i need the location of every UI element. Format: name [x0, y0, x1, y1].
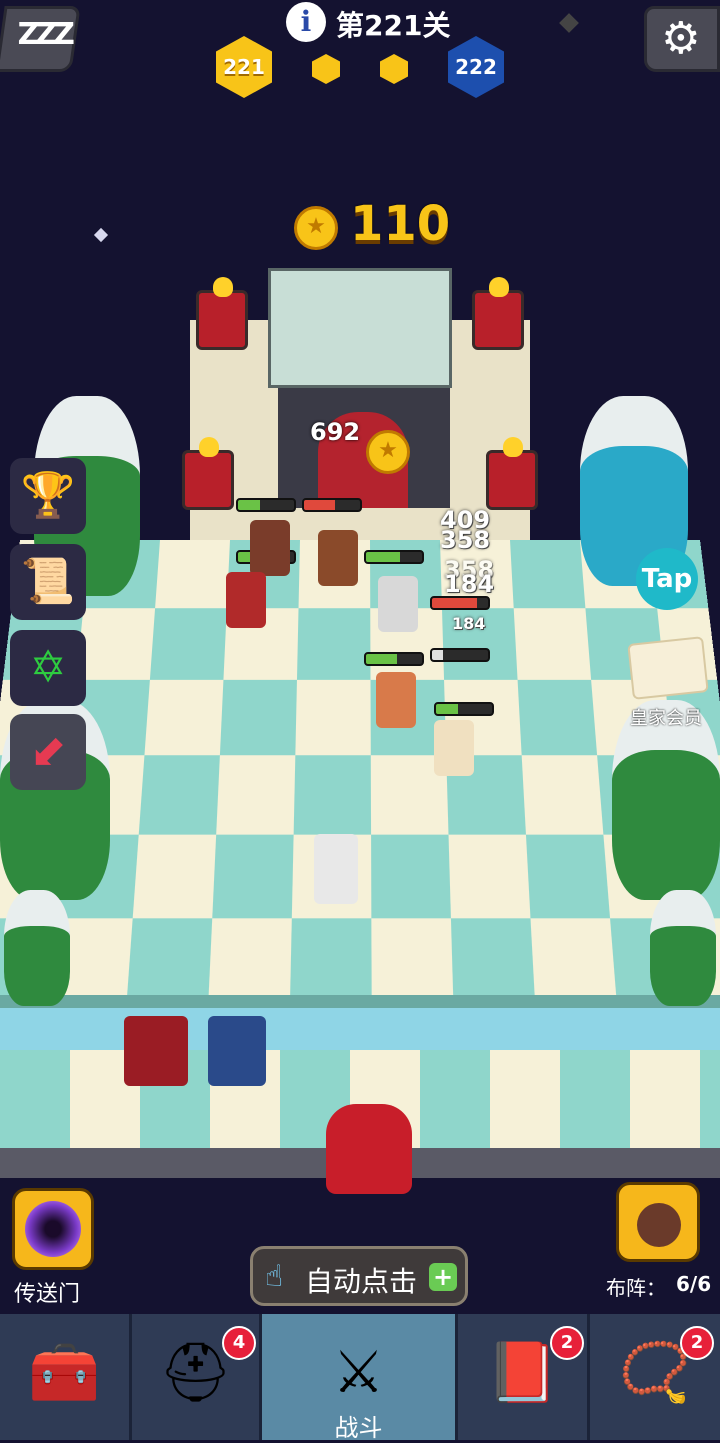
quest-scroll-button[interactable]: 📜 — [10, 544, 86, 620]
tap-hand-icon: ☝ — [265, 1259, 284, 1294]
snowy-tree — [650, 890, 716, 1006]
bottom-nav: 🧰 ⛑ 4 ⚔ 战斗 📕 2 📿 2 — [0, 1314, 720, 1442]
portal-button[interactable] — [12, 1188, 94, 1270]
formation-label: 布阵： — [606, 1276, 666, 1300]
snowy-tree — [612, 700, 720, 900]
current-stage-badge: 221 — [216, 36, 272, 98]
hero-unit — [434, 720, 474, 776]
hero-unit — [376, 672, 416, 728]
next-stage-badge: 222 — [448, 36, 504, 98]
crossed-swords-icon: ⚔ — [332, 1338, 385, 1406]
collapse-menu-button[interactable]: ⬋ — [10, 714, 86, 790]
level-title: 第221关 — [336, 9, 451, 42]
vip-card-icon[interactable] — [627, 636, 709, 700]
notification-badge: 2 — [680, 1326, 714, 1360]
tap-button[interactable]: Tap — [636, 548, 698, 610]
hexagram-icon: ✡ — [29, 642, 67, 693]
hero-health-bar — [364, 550, 424, 564]
stage-progress-dot — [312, 54, 340, 84]
coin-icon: ★ — [366, 430, 410, 474]
notification-badge: 2 — [550, 1326, 584, 1360]
hero-unit — [378, 576, 418, 632]
formation-icon — [637, 1203, 681, 1247]
treasure-chest-icon: 🧰 — [28, 1338, 101, 1406]
hero-health-bar — [364, 652, 424, 666]
hero-unit — [314, 834, 358, 904]
hexagram-button[interactable]: ✡ — [10, 630, 86, 706]
tab-heroes[interactable]: ⛑ 4 — [132, 1314, 262, 1440]
bench-hero-unit[interactable] — [208, 1016, 266, 1086]
gold-drop-value: 692 — [310, 418, 361, 446]
stage-progress-dot — [380, 54, 408, 84]
sleep-button[interactable]: ZZZ — [0, 6, 81, 72]
star-sparkle — [93, 227, 109, 243]
formation-count: 6/6 — [676, 1272, 712, 1296]
castle-roof — [268, 268, 452, 388]
ranking-button[interactable]: 🏆 — [10, 458, 86, 534]
bench-dragon-unit[interactable] — [326, 1104, 412, 1194]
enemy-unit — [250, 520, 290, 576]
tab-spellbook[interactable]: 📕 2 — [458, 1314, 590, 1440]
damage-number: 184 — [444, 570, 495, 598]
portal-label: 传送门 — [14, 1282, 81, 1307]
settings-button[interactable]: ⚙ — [644, 6, 720, 72]
podium-star-icon: 🏆 — [20, 470, 76, 521]
damage-number: 358 — [440, 526, 491, 554]
hero-health-bar — [434, 702, 494, 716]
brazier-fire — [486, 437, 538, 510]
enemy-health-bar — [430, 648, 490, 662]
hero-health-bar — [236, 498, 296, 512]
formation-button[interactable] — [616, 1182, 700, 1262]
enemy-unit — [318, 530, 358, 586]
coin-icon: ★ — [294, 206, 338, 250]
tab-battle-label: 战斗 — [334, 1414, 383, 1442]
brazier-fire — [196, 277, 248, 350]
brazier-fire — [472, 277, 524, 350]
tab-battle[interactable]: ⚔ 战斗 — [262, 1314, 458, 1442]
snowy-tree — [4, 890, 70, 1006]
water-strip — [0, 1008, 720, 1056]
coin-total: 110 — [350, 196, 451, 252]
tab-treasure[interactable]: 🧰 — [0, 1314, 132, 1440]
portal-icon — [25, 1201, 81, 1257]
enemy-health-bar — [430, 596, 490, 610]
star-sparkle — [559, 13, 579, 33]
brazier-fire — [182, 437, 234, 510]
tab-amulet[interactable]: 📿 2 — [590, 1314, 720, 1440]
auto-click-label: 自动点击 — [305, 1265, 418, 1298]
arrow-down-left-icon: ⬋ — [29, 726, 67, 777]
notification-badge: 4 — [222, 1326, 256, 1360]
scroll-icon: 📜 — [20, 556, 76, 607]
auto-click-button[interactable]: ☝ 自动点击 + — [250, 1246, 468, 1306]
hero-unit — [226, 572, 266, 628]
plus-icon: + — [429, 1263, 457, 1291]
sleep-icon: ZZZ — [17, 17, 71, 52]
info-icon[interactable]: i — [286, 2, 326, 42]
vip-label: 皇家会员 — [630, 708, 702, 729]
damage-number: 184 — [452, 614, 486, 633]
gear-icon: ⚙ — [661, 13, 701, 64]
bench-hero-unit[interactable] — [124, 1016, 188, 1086]
enemy-health-bar — [302, 498, 362, 512]
